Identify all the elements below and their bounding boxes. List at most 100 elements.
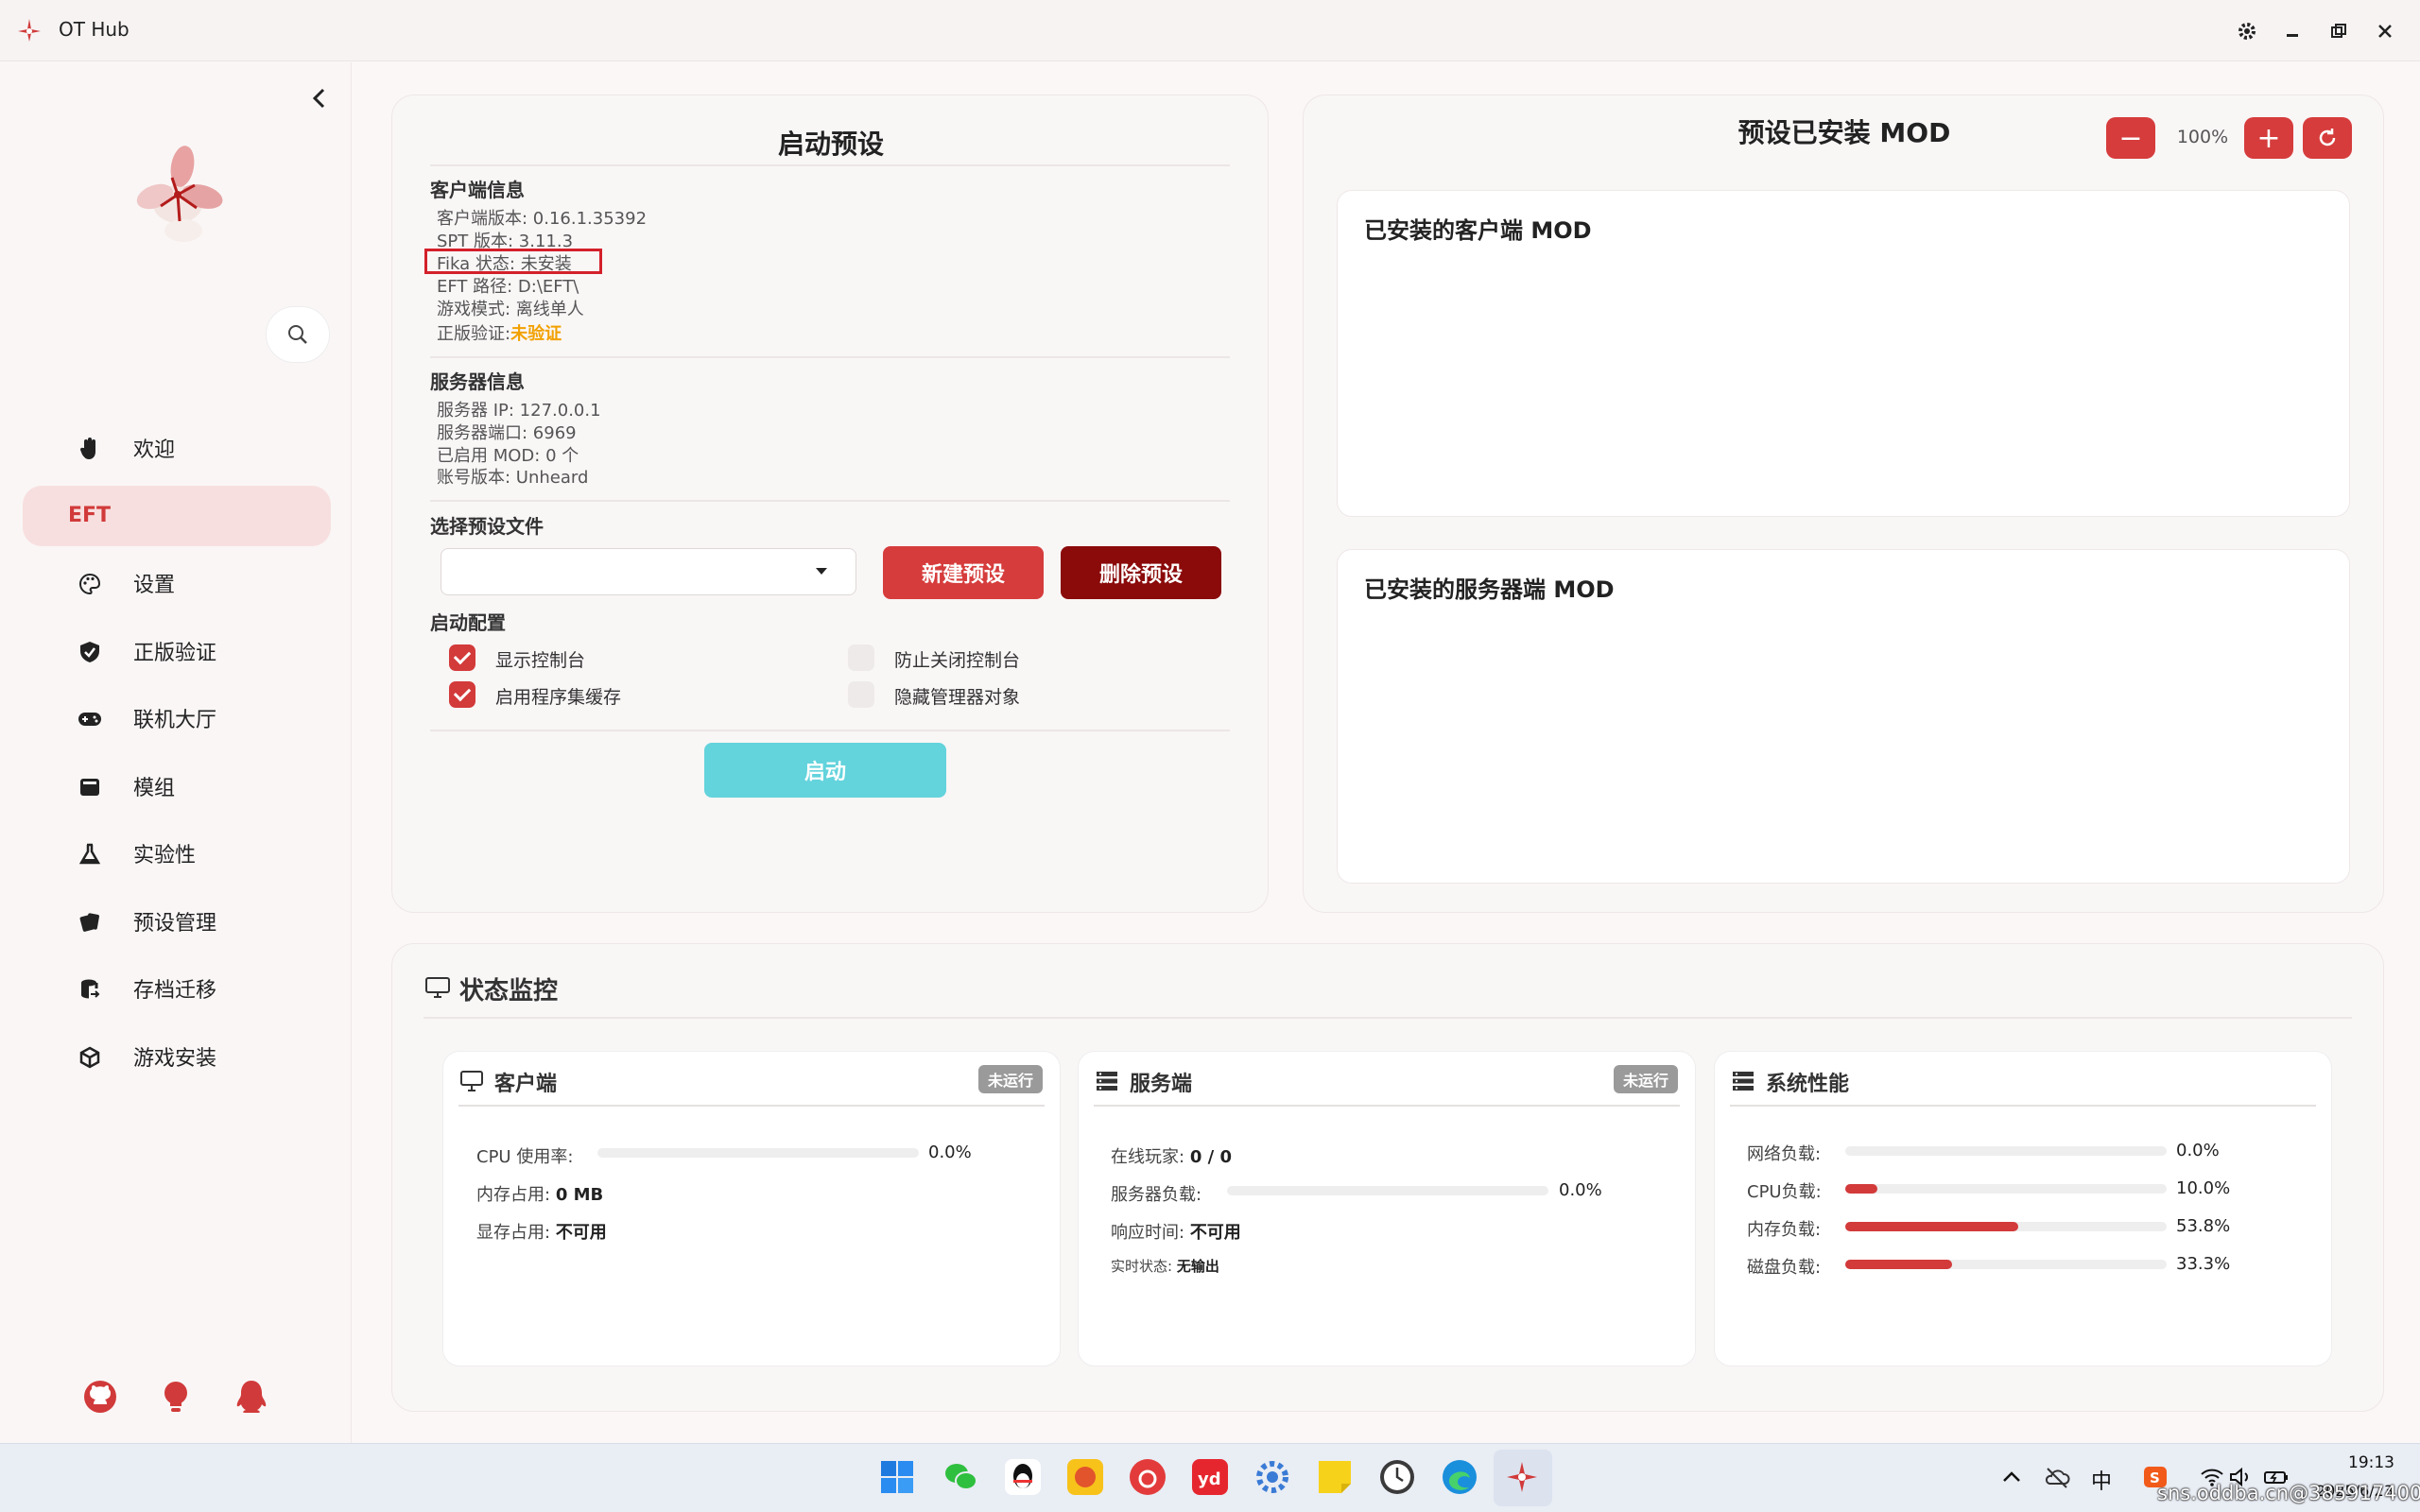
client-cpu-percent: 0.0% [928, 1143, 972, 1162]
sticky-notes-icon[interactable] [1315, 1457, 1355, 1497]
youdao-icon[interactable]: yd [1190, 1457, 1230, 1497]
sidebar-nav: 欢迎 EFT 设置 正版验证 联机大厅 模组 实验性 预设管理 存档迁移 游戏安… [23, 418, 331, 1093]
server-load-label: 服务器负载: [1111, 1185, 1202, 1205]
show-console-label: 显示控制台 [495, 650, 586, 671]
system-performance-card: 系统性能 [1714, 1051, 2332, 1366]
settings-gear-icon[interactable] [2231, 15, 2263, 47]
title-bar: OT Hub [0, 0, 2420, 61]
sidebar-item-experimental[interactable]: 实验性 [23, 823, 331, 884]
memory-load-bar [1845, 1222, 2167, 1231]
clock-icon[interactable] [1377, 1457, 1417, 1497]
hide-manager-object-label: 隐藏管理器对象 [894, 687, 1021, 708]
verification-status-value: 未验证 [510, 324, 562, 344]
package-icon [78, 1045, 102, 1070]
server-card-title: 服务端 [1130, 1073, 1193, 1096]
refresh-icon [2319, 129, 2336, 146]
settings-app-icon[interactable] [1253, 1457, 1292, 1497]
memory-load-label: 内存负载: [1747, 1220, 1822, 1240]
sidebar-item-verification[interactable]: 正版验证 [23, 621, 331, 681]
flask-icon [78, 842, 102, 867]
memory-load-percent: 53.8% [2176, 1216, 2231, 1236]
divider [458, 1105, 1045, 1107]
hide-manager-object-checkbox[interactable] [848, 681, 874, 708]
minimize-button[interactable] [2276, 15, 2308, 47]
netease-music-icon[interactable] [1128, 1457, 1167, 1497]
hand-icon [78, 437, 102, 461]
ot-hub-taskbar-icon[interactable] [1502, 1457, 1542, 1497]
search-button[interactable] [266, 306, 330, 363]
sidebar-item-welcome[interactable]: 欢迎 [23, 418, 331, 478]
sidebar-item-eft[interactable]: EFT [23, 485, 331, 546]
restore-button[interactable] [2323, 15, 2355, 47]
prevent-close-console-checkbox[interactable] [848, 644, 874, 671]
sidebar-item-game-install[interactable]: 游戏安装 [23, 1026, 331, 1087]
start-button[interactable]: 启动 [704, 743, 946, 798]
cloud-offline-icon[interactable] [2044, 1465, 2070, 1489]
lightbulb-icon[interactable] [157, 1378, 195, 1416]
cpu-load-bar-fill [1845, 1184, 1877, 1194]
client-info-heading: 客户端信息 [430, 179, 525, 201]
server-icon [1097, 1072, 1117, 1091]
client-version: 客户端版本: 0.16.1.35392 [437, 209, 648, 229]
new-preset-button[interactable]: 新建预设 [883, 546, 1044, 599]
assembly-cache-checkbox[interactable] [449, 681, 475, 708]
client-vram: 显存占用: 不可用 [476, 1223, 607, 1243]
disk-load-label: 磁盘负载: [1747, 1258, 1822, 1278]
monitor-icon [425, 977, 450, 998]
kuwo-icon[interactable] [1065, 1457, 1105, 1497]
zoom-in-button[interactable]: + [2244, 117, 2293, 159]
taskbar-time: 19:13 [2348, 1453, 2394, 1472]
divider [1094, 1105, 1680, 1107]
qq-icon[interactable] [1003, 1457, 1043, 1497]
app-title: OT Hub [59, 18, 130, 41]
game-mode: 游戏模式: 离线单人 [437, 300, 584, 319]
taskbar: yd 中 S 19:13 2025/6/23 sns.oddba.cn@3859… [0, 1443, 2420, 1512]
shield-icon [78, 640, 102, 664]
edge-browser-icon[interactable] [1440, 1457, 1479, 1497]
account-version: 账号版本: Unheard [437, 468, 589, 488]
server-mods-box: 已安装的服务器端 MOD [1337, 549, 2350, 884]
server-load-percent: 0.0% [1559, 1180, 1602, 1200]
client-status-card: 客户端 未运行 [442, 1051, 1061, 1366]
qq-penguin-icon[interactable] [233, 1378, 270, 1416]
realtime-status: 实时状态: 无输出 [1111, 1258, 1219, 1275]
server-icon [1733, 1072, 1754, 1091]
divider [430, 730, 1230, 731]
client-cpu-label: CPU 使用率: [476, 1147, 574, 1167]
online-players: 在线玩家: 0 / 0 [1111, 1147, 1232, 1167]
sidebar-item-settings[interactable]: 设置 [23, 553, 331, 613]
show-console-checkbox[interactable] [449, 644, 475, 671]
network-load-label: 网络负载: [1747, 1144, 1822, 1164]
reset-zoom-button[interactable] [2303, 117, 2352, 159]
client-card-title: 客户端 [494, 1073, 558, 1096]
windows-start-icon[interactable] [877, 1457, 917, 1497]
gamepad-icon [78, 707, 102, 731]
collapse-sidebar-chevron-icon[interactable] [304, 81, 333, 115]
zoom-out-button[interactable]: − [2106, 117, 2155, 159]
system-card-title: 系统性能 [1766, 1073, 1850, 1096]
eft-path: EFT 路径: D:\EFT\ [437, 277, 579, 297]
database-icon [78, 977, 102, 1002]
sidebar-item-presets[interactable]: 预设管理 [23, 891, 331, 952]
verification-status: 正版验证:未验证 [437, 324, 562, 344]
sidebar-item-save-migration[interactable]: 存档迁移 [23, 958, 331, 1019]
wechat-icon[interactable] [941, 1457, 980, 1497]
ime-indicator[interactable]: 中 [2091, 1465, 2112, 1495]
chevron-up-icon[interactable] [1998, 1465, 2025, 1489]
sidebar-item-mods[interactable]: 模组 [23, 756, 331, 816]
disk-load-bar [1845, 1260, 2167, 1269]
server-status-card: 服务端 未运行 [1078, 1051, 1696, 1366]
memory-load-bar-fill [1845, 1222, 2018, 1231]
monitor-icon [460, 1071, 483, 1091]
close-button[interactable] [2369, 15, 2401, 47]
status-monitor-title: 状态监控 [459, 977, 559, 1005]
preset-file-select[interactable] [441, 548, 856, 595]
preset-file-heading: 选择预设文件 [430, 515, 544, 538]
assembly-cache-label: 启用程序集缓存 [495, 687, 622, 708]
github-icon[interactable] [81, 1378, 119, 1416]
disk-load-bar-fill [1845, 1260, 1953, 1269]
server-load-bar [1227, 1186, 1548, 1195]
delete-preset-button[interactable]: 删除预设 [1061, 546, 1221, 599]
launch-panel-title: 启动预设 [777, 129, 884, 160]
sidebar-item-lobby[interactable]: 联机大厅 [23, 688, 331, 748]
